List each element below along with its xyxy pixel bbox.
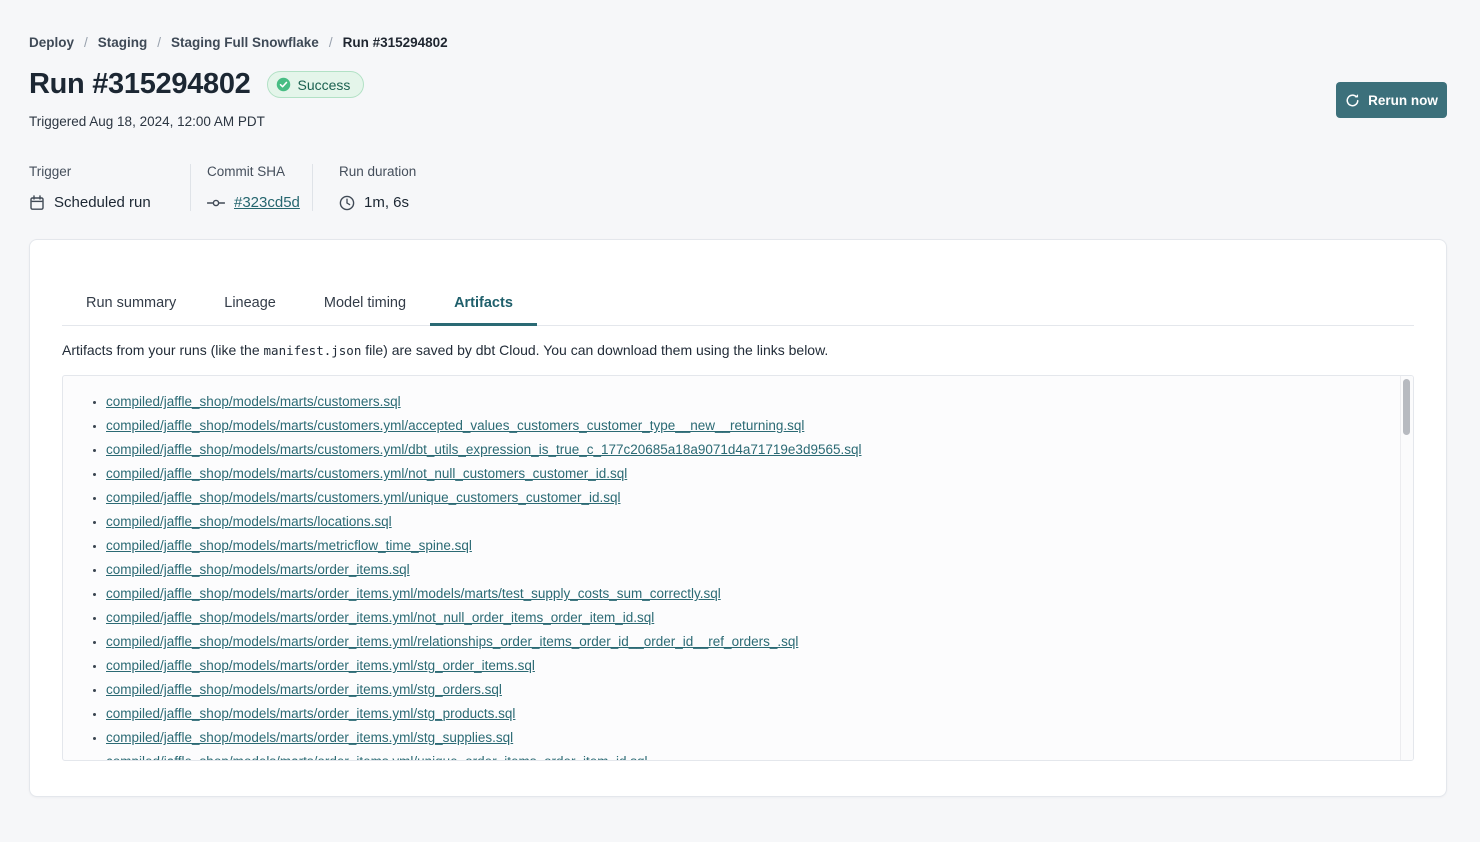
run-detail-page: Deploy / Staging / Staging Full Snowflak… — [0, 0, 1480, 842]
tab-lineage[interactable]: Lineage — [200, 283, 300, 325]
breadcrumb-staging[interactable]: Staging — [98, 35, 148, 50]
meta-duration: Run duration 1m, 6s — [312, 164, 416, 211]
run-meta-row: Trigger Scheduled run Commit SHA # — [29, 164, 416, 211]
commit-sha-link[interactable]: #323cd5d — [234, 194, 300, 211]
artifact-file-link[interactable]: compiled/jaffle_shop/models/marts/custom… — [106, 442, 862, 457]
artifact-list-item: compiled/jaffle_shop/models/marts/custom… — [106, 390, 1393, 414]
artifact-file-link[interactable]: compiled/jaffle_shop/models/marts/order_… — [106, 706, 515, 721]
triggered-timestamp: Triggered Aug 18, 2024, 12:00 AM PDT — [29, 114, 265, 129]
artifact-list-item: compiled/jaffle_shop/models/marts/custom… — [106, 438, 1393, 462]
artifact-list-item: compiled/jaffle_shop/models/marts/order_… — [106, 630, 1393, 654]
meta-commit: Commit SHA #323cd5d — [190, 164, 312, 211]
tab-artifacts[interactable]: Artifacts — [430, 283, 537, 325]
breadcrumb-current-run: Run #315294802 — [343, 35, 448, 50]
meta-trigger-value: Scheduled run — [54, 194, 151, 211]
scrollbar-track[interactable] — [1400, 376, 1413, 760]
status-badge: Success — [267, 71, 365, 98]
calendar-icon — [29, 195, 45, 211]
artifact-list-item: compiled/jaffle_shop/models/marts/metric… — [106, 534, 1393, 558]
meta-duration-label: Run duration — [339, 164, 416, 179]
artifact-file-link[interactable]: compiled/jaffle_shop/models/marts/custom… — [106, 394, 401, 409]
scrollbar-thumb[interactable] — [1403, 379, 1410, 435]
rerun-now-button[interactable]: Rerun now — [1336, 82, 1447, 118]
artifacts-description-suffix: file) are saved by dbt Cloud. You can do… — [361, 342, 828, 358]
artifact-list-item: compiled/jaffle_shop/models/marts/order_… — [106, 678, 1393, 702]
artifact-file-link[interactable]: compiled/jaffle_shop/models/marts/order_… — [106, 730, 513, 745]
meta-trigger-label: Trigger — [29, 164, 190, 179]
artifact-list-item: compiled/jaffle_shop/models/marts/order_… — [106, 702, 1393, 726]
breadcrumb-separator: / — [84, 35, 88, 50]
artifact-list-item: compiled/jaffle_shop/models/marts/custom… — [106, 462, 1393, 486]
artifacts-description-prefix: Artifacts from your runs (like the — [62, 342, 264, 358]
title-row: Run #315294802 Success — [29, 68, 364, 101]
artifact-list-item: compiled/jaffle_shop/models/marts/custom… — [106, 414, 1393, 438]
artifact-file-link[interactable]: compiled/jaffle_shop/models/marts/order_… — [106, 562, 410, 577]
breadcrumb-staging-full-snowflake[interactable]: Staging Full Snowflake — [171, 35, 319, 50]
artifact-file-link[interactable]: compiled/jaffle_shop/models/marts/order_… — [106, 682, 502, 697]
artifact-file-link[interactable]: compiled/jaffle_shop/models/marts/order_… — [106, 586, 721, 601]
artifact-list-item: compiled/jaffle_shop/models/marts/custom… — [106, 486, 1393, 510]
artifact-file-link[interactable]: compiled/jaffle_shop/models/marts/locati… — [106, 514, 392, 529]
artifact-file-link[interactable]: compiled/jaffle_shop/models/marts/custom… — [106, 490, 620, 505]
artifact-file-link[interactable]: compiled/jaffle_shop/models/marts/order_… — [106, 610, 654, 625]
meta-commit-label: Commit SHA — [207, 164, 312, 179]
manifest-json-code: manifest.json — [264, 343, 362, 358]
artifact-list-item: compiled/jaffle_shop/models/marts/locati… — [106, 510, 1393, 534]
refresh-icon — [1345, 93, 1360, 108]
meta-trigger: Trigger Scheduled run — [29, 164, 190, 211]
page-title: Run #315294802 — [29, 68, 251, 101]
run-detail-card: Run summary Lineage Model timing Artifac… — [29, 239, 1447, 797]
tab-model-timing[interactable]: Model timing — [300, 283, 430, 325]
tab-run-summary[interactable]: Run summary — [62, 283, 200, 325]
artifact-file-link[interactable]: compiled/jaffle_shop/models/marts/custom… — [106, 418, 804, 433]
artifact-list-item: compiled/jaffle_shop/models/marts/order_… — [106, 558, 1393, 582]
artifact-file-link[interactable]: compiled/jaffle_shop/models/marts/order_… — [106, 634, 798, 649]
rerun-now-label: Rerun now — [1368, 93, 1438, 108]
artifact-list-item: compiled/jaffle_shop/models/marts/order_… — [106, 654, 1393, 678]
check-circle-icon — [276, 77, 291, 92]
artifact-list-item: compiled/jaffle_shop/models/marts/order_… — [106, 726, 1393, 750]
tab-bar: Run summary Lineage Model timing Artifac… — [62, 283, 1414, 326]
artifact-list-item: compiled/jaffle_shop/models/marts/order_… — [106, 606, 1393, 630]
breadcrumb-deploy[interactable]: Deploy — [29, 35, 74, 50]
artifact-file-list: compiled/jaffle_shop/models/marts/custom… — [63, 376, 1413, 761]
artifact-list-item: compiled/jaffle_shop/models/marts/order_… — [106, 582, 1393, 606]
breadcrumb-separator: / — [157, 35, 161, 50]
breadcrumb: Deploy / Staging / Staging Full Snowflak… — [29, 35, 448, 50]
artifact-file-link[interactable]: compiled/jaffle_shop/models/marts/order_… — [106, 754, 648, 761]
status-badge-label: Success — [298, 77, 351, 93]
artifact-file-link[interactable]: compiled/jaffle_shop/models/marts/metric… — [106, 538, 472, 553]
artifact-file-link[interactable]: compiled/jaffle_shop/models/marts/custom… — [106, 466, 627, 481]
artifact-list-item: compiled/jaffle_shop/models/marts/order_… — [106, 750, 1393, 761]
artifact-file-box: compiled/jaffle_shop/models/marts/custom… — [62, 375, 1414, 761]
breadcrumb-separator: / — [329, 35, 333, 50]
git-commit-icon — [207, 195, 225, 211]
meta-duration-value: 1m, 6s — [364, 194, 409, 211]
artifacts-description: Artifacts from your runs (like the manif… — [62, 342, 1414, 358]
artifact-file-link[interactable]: compiled/jaffle_shop/models/marts/order_… — [106, 658, 535, 673]
clock-icon — [339, 195, 355, 211]
